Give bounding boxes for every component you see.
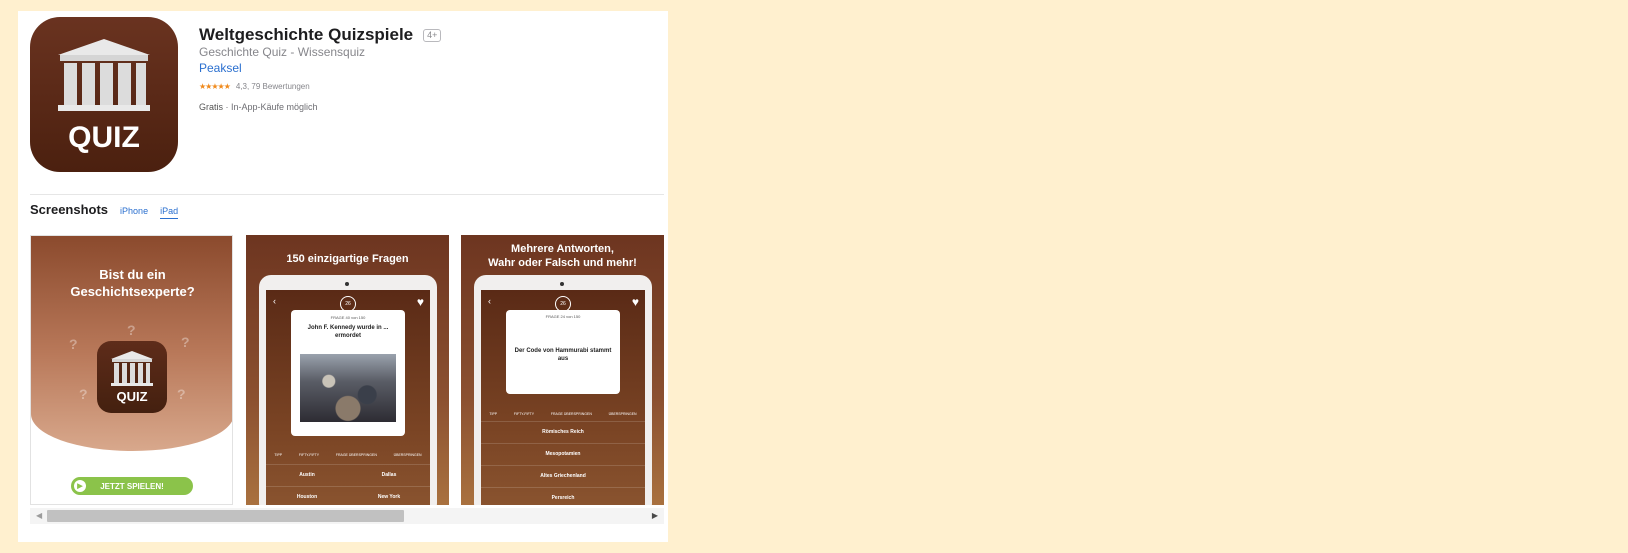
screenshot-2-caption: 150 einzigartige Fragen	[286, 253, 409, 265]
camera-dot	[560, 282, 564, 286]
question-mark-decoration: ?	[177, 386, 186, 402]
question-photo	[300, 354, 396, 422]
caption-line-1: Mehrere Antworten,	[511, 243, 614, 255]
caption-line-2: Wahr oder Falsch und mehr!	[488, 257, 637, 269]
app-subtitle: Geschichte Quiz - Wissensquiz	[199, 45, 366, 59]
question-card: FRAGE 24 von 150 Der Code von Hammurabi …	[506, 310, 620, 394]
answer-option: Persreich	[481, 487, 645, 505]
mini-app-icon: QUIZ	[97, 341, 167, 413]
answer-option: Altes Griechenland	[481, 465, 645, 487]
tab-iphone[interactable]: iPhone	[120, 206, 148, 218]
section-divider	[30, 194, 664, 195]
screenshots-header: Screenshots iPhone iPad	[30, 202, 179, 219]
horizontal-scrollbar[interactable]: ◀ ▶	[30, 508, 664, 524]
joker-tip: TIPP	[489, 412, 498, 416]
play-icon: ▶	[74, 480, 86, 492]
title-row: Weltgeschichte Quizspiele 4+	[199, 25, 442, 45]
question-mark-decoration: ?	[79, 386, 88, 402]
question-mark-decoration: ?	[69, 336, 78, 352]
rating-text: 4,3, 79 Bewertungen	[235, 82, 310, 91]
screenshot-2[interactable]: 150 einzigartige Fragen ‹ 26 ♥ FRAGE 40 …	[246, 235, 449, 505]
tablet-screen: ‹ 26 ♥ FRAGE 24 von 150 Der Code von Ham…	[481, 290, 645, 505]
answer-option: Houston	[266, 486, 348, 505]
question-card: FRAGE 40 von 150 John F. Kennedy wurde i…	[291, 310, 405, 436]
chevron-left-icon: ‹	[273, 296, 276, 306]
answer-option: Austin	[266, 464, 348, 486]
heart-icon: ♥	[416, 295, 424, 309]
app-icon: QUIZ	[30, 17, 178, 172]
price-row: Gratis · In-App-Käufe möglich	[199, 102, 318, 112]
answer-option: Dallas	[348, 464, 430, 486]
heading-line-2: Geschichtsexperte?	[70, 284, 195, 299]
tablet-frame: ‹ 26 ♥ FRAGE 40 von 150 John F. Kennedy …	[259, 275, 437, 505]
star-rating-icon: ★★★★★	[199, 82, 231, 91]
app-icon-label: QUIZ	[68, 121, 140, 154]
question-text: Der Code von Hammurabi stammt aus	[514, 348, 612, 362]
screenshots-title: Screenshots	[30, 202, 109, 217]
answer-option: New York	[348, 486, 430, 505]
play-now-label: JETZT SPIELEN!	[100, 481, 164, 491]
question-text: John F. Kennedy wurde in ... ermordet	[307, 325, 389, 339]
answer-option: Mesopotamien	[481, 443, 645, 465]
heart-icon: ♥	[631, 295, 639, 309]
question-mark-decoration: ?	[181, 334, 190, 350]
screenshot-3-caption: Mehrere Antworten, Wahr oder Falsch und …	[461, 242, 664, 270]
joker-skip: ÜBERSPRINGEN	[393, 453, 422, 457]
play-now-button: ▶ JETZT SPIELEN!	[71, 477, 193, 495]
question-counter: FRAGE 24 von 150	[545, 314, 581, 319]
tab-ipad[interactable]: iPad	[160, 206, 179, 219]
joker-skip-question: FRAGE ÜBERSPRINGEN	[550, 412, 592, 416]
question-counter: FRAGE 40 von 150	[330, 315, 366, 320]
tablet-screen: ‹ 26 ♥ FRAGE 40 von 150 John F. Kennedy …	[266, 290, 430, 505]
screenshot-1[interactable]: Bist du ein Geschichtsexperte? ? ? ? ? ?…	[30, 235, 233, 505]
app-title: Weltgeschichte Quizspiele	[199, 25, 414, 44]
joker-skip: ÜBERSPRINGEN	[608, 412, 637, 416]
price-label: Gratis	[199, 102, 224, 112]
developer-link[interactable]: Peaksel	[199, 61, 242, 75]
question-mark-decoration: ?	[127, 322, 136, 338]
mini-icon-label: QUIZ	[116, 389, 148, 404]
rating-row: ★★★★★ 4,3, 79 Bewertungen	[199, 82, 310, 91]
age-rating-badge: 4+	[423, 28, 442, 42]
answer-option: Römisches Reich	[481, 421, 645, 443]
app-store-card: QUIZ Weltgeschichte Quizspiele 4+ Geschi…	[18, 11, 668, 542]
answer-list: Römisches Reich Mesopotamien Altes Griec…	[481, 421, 645, 505]
chevron-left-icon: ‹	[488, 296, 491, 306]
scrollbar-thumb[interactable]	[47, 510, 404, 522]
camera-dot	[345, 282, 349, 286]
screenshot-3[interactable]: Mehrere Antworten, Wahr oder Falsch und …	[461, 235, 664, 505]
tablet-frame: ‹ 26 ♥ FRAGE 24 von 150 Der Code von Ham…	[474, 275, 652, 505]
screenshot-1-heading: Bist du ein Geschichtsexperte?	[31, 266, 232, 300]
joker-bar: TIPP FIFTY-FIFTY FRAGE ÜBERSPRINGEN ÜBER…	[266, 453, 430, 457]
arrow-left-icon[interactable]: ◀	[36, 511, 42, 520]
joker-skip-question: FRAGE ÜBERSPRINGEN	[335, 453, 377, 457]
heading-line-1: Bist du ein	[99, 267, 166, 282]
answer-grid: Austin Dallas Houston New York	[266, 464, 430, 505]
joker-fifty: FIFTY-FIFTY	[513, 412, 535, 416]
joker-fifty: FIFTY-FIFTY	[298, 453, 320, 457]
arrow-right-icon[interactable]: ▶	[652, 511, 658, 520]
joker-bar: TIPP FIFTY-FIFTY FRAGE ÜBERSPRINGEN ÜBER…	[481, 412, 645, 416]
joker-tip: TIPP	[274, 453, 283, 457]
in-app-purchase-note: · In-App-Käufe möglich	[223, 102, 318, 112]
